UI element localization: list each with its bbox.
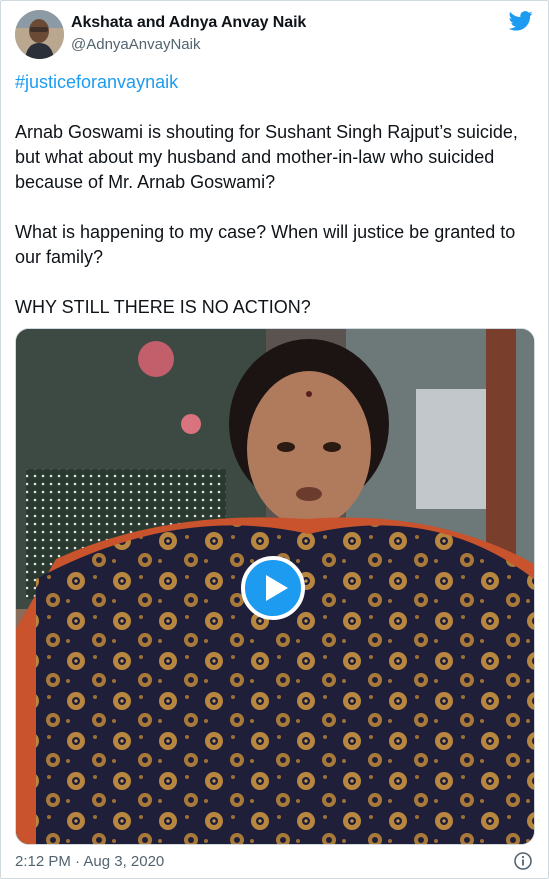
play-button[interactable]	[241, 556, 305, 620]
tweet-text-paragraph-1: Arnab Goswami is shouting for Sushant Si…	[15, 122, 518, 192]
avatar[interactable]	[15, 10, 64, 59]
tweet-text-paragraph-2: What is happening to my case? When will …	[15, 222, 516, 267]
tweet-card: Akshata and Adnya Anvay Naik @AdnyaAnvay…	[0, 0, 549, 879]
play-icon	[266, 575, 288, 601]
hashtag-link[interactable]: #justiceforanvaynaik	[15, 72, 178, 93]
author-name[interactable]: Akshata and Adnya Anvay Naik	[71, 14, 306, 32]
info-icon[interactable]	[514, 852, 532, 870]
tweet-timestamp[interactable]: 2:12 PM · Aug 3, 2020	[15, 853, 164, 870]
author-handle[interactable]: @AdnyaAnvayNaik	[71, 36, 200, 53]
tweet-text-paragraph-3: WHY STILL THERE IS NO ACTION?	[15, 297, 311, 317]
twitter-bird-icon[interactable]	[509, 11, 533, 31]
